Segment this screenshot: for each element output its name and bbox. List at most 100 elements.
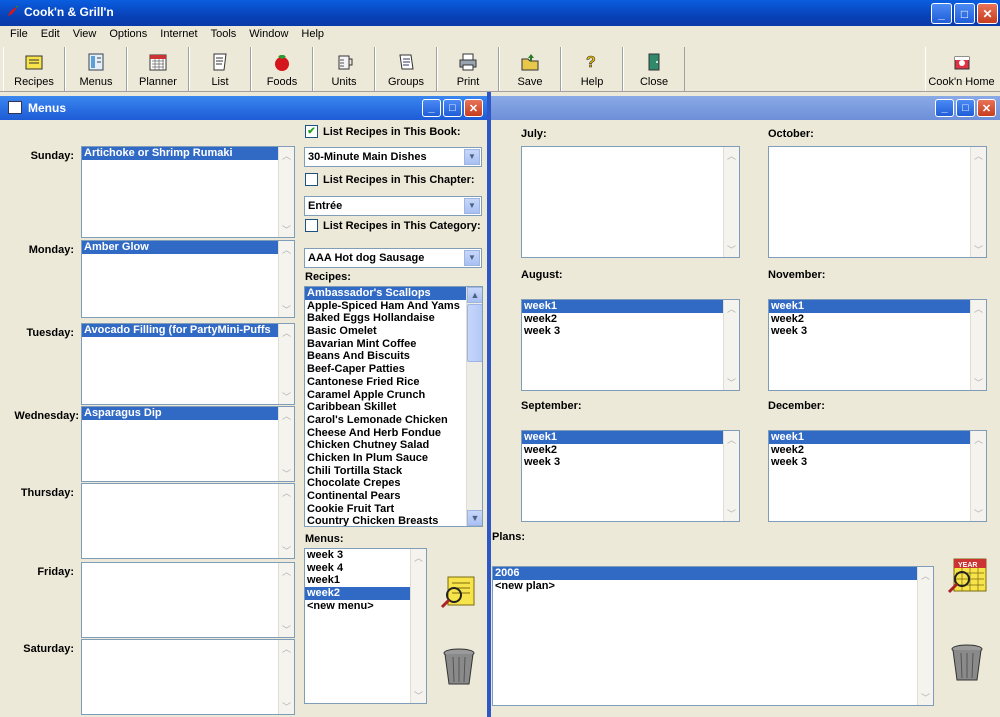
list-item[interactable]: <new plan> <box>493 580 933 593</box>
list-item[interactable]: Beans And Biscuits <box>305 350 482 363</box>
scroll-thumb[interactable] <box>467 304 482 362</box>
list-item[interactable]: Amber Glow <box>82 241 294 254</box>
list-item[interactable]: 2006 <box>493 567 917 580</box>
wednesday-list[interactable]: Asparagus Dip ︿ ﹀ <box>81 406 295 482</box>
october-list[interactable]: ︿ ﹀ <box>768 146 987 258</box>
list-item[interactable]: Cheese And Herb Fondue <box>305 427 482 440</box>
list-item[interactable]: week 3 <box>769 325 986 338</box>
book-select[interactable]: 30-Minute Main Dishes ▼ <box>304 147 482 167</box>
list-item[interactable]: week1 <box>305 574 426 587</box>
units-button[interactable]: Units <box>313 47 375 91</box>
list-item[interactable]: week1 <box>769 300 986 313</box>
list-item[interactable]: week1 <box>522 431 739 444</box>
menus-minimize-button[interactable]: _ <box>422 99 441 117</box>
list-item[interactable]: Carol's Lemonade Chicken <box>305 414 482 427</box>
monday-list[interactable]: Amber Glow ︿ ﹀ <box>81 240 295 318</box>
planner-button[interactable]: Planner <box>127 47 189 91</box>
august-list[interactable]: week1 week2 week 3 ︿ ﹀ <box>521 299 740 391</box>
list-item[interactable]: Chili Tortilla Stack <box>305 465 482 478</box>
list-item[interactable]: Baked Eggs Hollandaise <box>305 312 482 325</box>
menu-options[interactable]: Options <box>103 26 154 44</box>
list-item[interactable]: Basic Omelet <box>305 325 482 338</box>
list-item[interactable]: week2 <box>769 444 986 457</box>
planner-minimize-button[interactable]: _ <box>935 99 954 117</box>
list-item[interactable]: week2 <box>305 587 426 600</box>
close-button[interactable]: ✕ <box>977 3 998 24</box>
list-item[interactable]: Beef-Caper Patties <box>305 363 482 376</box>
thursday-list[interactable]: ︿ ﹀ <box>81 483 295 559</box>
list-item[interactable]: week2 <box>769 313 986 326</box>
year-planner-icon[interactable]: YEAR <box>946 557 988 595</box>
recipes-button[interactable]: Recipes <box>3 47 65 91</box>
recipes-list[interactable]: Ambassador's Scallops Apple-Spiced Ham A… <box>304 286 483 527</box>
november-list[interactable]: week1 week2 week 3 ︿ ﹀ <box>768 299 987 391</box>
list-item[interactable]: Caramel Apple Crunch <box>305 389 482 402</box>
saturday-list[interactable]: ︿ ﹀ <box>81 639 295 715</box>
minimize-button[interactable]: _ <box>931 3 952 24</box>
list-item[interactable]: week 3 <box>522 456 739 469</box>
help-button[interactable]: ? Help <box>561 47 623 91</box>
menu-help[interactable]: Help <box>295 26 331 44</box>
menu-edit[interactable]: Edit <box>35 26 67 44</box>
menu-internet[interactable]: Internet <box>154 26 204 44</box>
recipes-scrollbar[interactable]: ▲ ▼ <box>466 287 482 526</box>
list-recipes-book-checkbox[interactable]: ✔ List Recipes in This Book: <box>305 125 461 138</box>
scroll-down-icon[interactable]: ▼ <box>467 510 482 526</box>
december-list[interactable]: week1 week2 week 3 ︿ ﹀ <box>768 430 987 522</box>
plans-list[interactable]: 2006 <new plan> ︿ ﹀ <box>492 566 934 706</box>
list-item[interactable]: Ambassador's Scallops <box>305 287 482 300</box>
list-item[interactable]: Cantonese Fried Rice <box>305 376 482 389</box>
list-item[interactable]: week1 <box>522 300 739 313</box>
menu-window[interactable]: Window <box>243 26 295 44</box>
menus-maximize-button[interactable]: □ <box>443 99 462 117</box>
trash-icon[interactable] <box>441 647 477 687</box>
print-button[interactable]: Print <box>437 47 499 91</box>
menus-close-button[interactable]: ✕ <box>464 99 483 117</box>
sunday-list[interactable]: Artichoke or Shrimp Rumaki ︿ ﹀ <box>81 146 295 238</box>
list-item[interactable]: week 3 <box>769 456 986 469</box>
list-item[interactable]: Asparagus Dip <box>82 407 294 420</box>
list-item[interactable]: Artichoke or Shrimp Rumaki <box>82 147 294 160</box>
list-item[interactable]: week1 <box>769 431 986 444</box>
maximize-button[interactable]: □ <box>954 3 975 24</box>
category-select[interactable]: AAA Hot dog Sausage ▼ <box>304 248 482 268</box>
friday-list[interactable]: ︿ ﹀ <box>81 562 295 638</box>
chapter-select[interactable]: Entrée ▼ <box>304 196 482 216</box>
menus-list[interactable]: week 3 week 4 week1 week2 <new menu> ︿ ﹀ <box>304 548 427 704</box>
close-tool-button[interactable]: Close <box>623 47 685 91</box>
menu-file[interactable]: File <box>4 26 35 44</box>
groups-button[interactable]: Groups <box>375 47 437 91</box>
list-item[interactable]: Apple-Spiced Ham And Yams <box>305 300 482 313</box>
foods-button[interactable]: Foods <box>251 47 313 91</box>
menu-view[interactable]: View <box>67 26 104 44</box>
planner-maximize-button[interactable]: □ <box>956 99 975 117</box>
chevron-down-icon[interactable]: ▼ <box>464 250 480 266</box>
list-item[interactable]: <new menu> <box>305 600 426 613</box>
list-item[interactable]: week 4 <box>305 562 426 575</box>
list-item[interactable]: Chicken In Plum Sauce <box>305 452 482 465</box>
list-item[interactable]: week 3 <box>522 325 739 338</box>
list-item[interactable]: Country Chicken Breasts <box>305 515 482 526</box>
list-button[interactable]: List <box>189 47 251 91</box>
open-menu-icon[interactable] <box>440 573 480 611</box>
september-list[interactable]: week1 week2 week 3 ︿ ﹀ <box>521 430 740 522</box>
planner-close-button[interactable]: ✕ <box>977 99 996 117</box>
cookn-home-button[interactable]: Cook'n Home <box>925 47 997 91</box>
list-item[interactable]: week 3 <box>305 549 426 562</box>
menu-tools[interactable]: Tools <box>205 26 244 44</box>
trash-icon[interactable] <box>949 643 985 683</box>
save-button[interactable]: Save <box>499 47 561 91</box>
list-item[interactable]: Chicken Chutney Salad <box>305 439 482 452</box>
list-item[interactable]: week2 <box>522 444 739 457</box>
list-item[interactable]: Cookie Fruit Tart <box>305 503 482 516</box>
list-item[interactable]: week2 <box>522 313 739 326</box>
july-list[interactable]: ︿ ﹀ <box>521 146 740 258</box>
list-item[interactable]: Avocado Filling (for PartyMini-Puffs <box>82 324 294 337</box>
chevron-down-icon[interactable]: ▼ <box>464 198 480 214</box>
list-item[interactable]: Chocolate Crepes <box>305 477 482 490</box>
tuesday-list[interactable]: Avocado Filling (for PartyMini-Puffs ︿ ﹀ <box>81 323 295 405</box>
list-item[interactable]: Continental Pears <box>305 490 482 503</box>
menus-button[interactable]: Menus <box>65 47 127 91</box>
list-recipes-chapter-checkbox[interactable]: List Recipes in This Chapter: <box>305 173 475 186</box>
list-item[interactable]: Bavarian Mint Coffee <box>305 338 482 351</box>
